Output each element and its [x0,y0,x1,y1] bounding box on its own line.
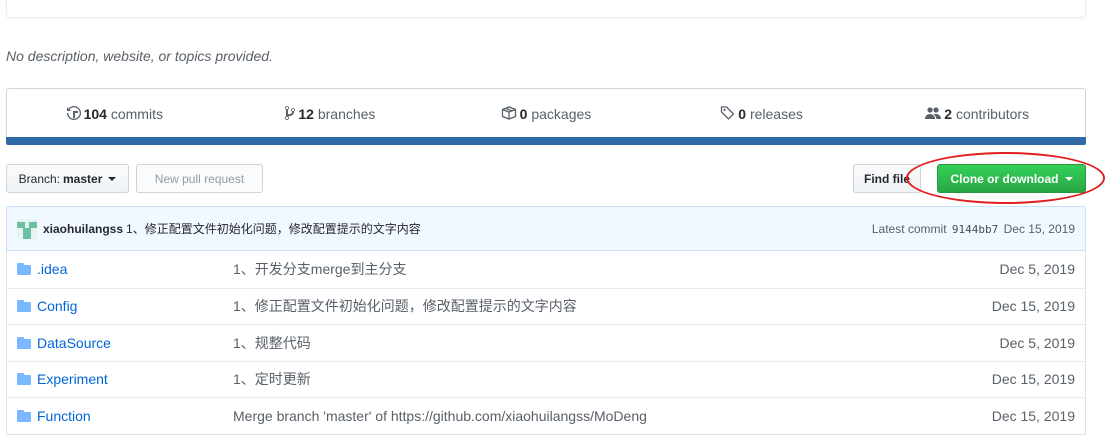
commits-count: 104 [83,106,107,122]
file-table: .idea 1、开发分支merge到主分支 Dec 5, 2019 Config… [6,251,1086,435]
contributors-count: 2 [944,106,953,122]
file-commit-message[interactable]: Merge branch 'master' of https://github.… [233,408,992,424]
history-icon [66,106,81,120]
file-commit-message[interactable]: 1、修正配置文件初始化问题，修改配置提示的文字内容 [233,296,992,316]
new-pull-request-button[interactable]: New pull request [136,164,263,193]
file-name-link[interactable]: .idea [37,261,233,277]
people-icon [925,107,942,119]
find-file-button[interactable]: Find file [853,164,921,193]
file-commit-message[interactable]: 1、规整代码 [233,333,1000,353]
folder-icon [17,373,33,386]
latest-commit-bar: xiaohuilangss 1、修正配置文件初始化问题，修改配置提示的文字内容 … [6,206,1086,251]
table-row: Config 1、修正配置文件初始化问题，修改配置提示的文字内容 Dec 15,… [7,287,1085,325]
tag-icon [721,106,735,120]
packages-label: packages [531,106,592,122]
commit-date: Dec 15, 2019 [1003,221,1075,236]
releases-link[interactable]: 0 releases [654,105,870,122]
commits-link[interactable]: 104 commits [7,105,223,122]
numbers-summary: 104 commits 12 branches 0 packages 0 rel… [6,88,1086,138]
file-date: Dec 15, 2019 [991,298,1075,315]
file-commit-message[interactable]: 1、开发分支merge到主分支 [233,259,1000,279]
table-row: DataSource 1、规整代码 Dec 5, 2019 [7,324,1085,361]
file-name-link[interactable]: DataSource [37,335,233,351]
branch-name: master [63,171,103,186]
table-row: .idea 1、开发分支merge到主分支 Dec 5, 2019 [7,251,1085,288]
contributors-label: contributors [955,106,1030,122]
folder-icon [17,300,33,313]
packages-count: 0 [519,106,528,122]
commit-meta: Latest commit 9144bb7 Dec 15, 2019 [872,222,1075,236]
file-date: Dec 15, 2019 [991,407,1075,424]
language-bar[interactable] [6,137,1086,145]
latest-commit-label: Latest commit [871,221,947,236]
file-date: Dec 5, 2019 [999,334,1076,351]
commit-author[interactable]: xiaohuilangss [43,222,123,236]
folder-icon [17,263,33,276]
caret-down-icon [1064,176,1073,181]
file-commit-message[interactable]: 1、定时更新 [233,369,992,389]
avatar[interactable] [17,218,37,239]
commits-label: commits [110,106,163,122]
package-icon [501,106,516,120]
branch-prefix: Branch: [18,171,60,186]
table-row: Function Merge branch 'master' of https:… [7,397,1085,434]
branch-select-button[interactable]: Branch: master [6,164,129,193]
file-name-link[interactable]: Config [37,298,233,314]
repo-description: No description, website, or topics provi… [6,48,273,64]
git-branch-icon [285,105,296,120]
file-date: Dec 15, 2019 [991,371,1075,388]
commit-sha[interactable]: 9144bb7 [952,223,998,236]
file-name-link[interactable]: Function [37,408,233,424]
commit-message[interactable]: 1、修正配置文件初始化问题，修改配置提示的文字内容 [126,220,421,237]
folder-icon [17,336,33,349]
releases-count: 0 [738,106,747,122]
file-name-link[interactable]: Experiment [37,371,233,387]
file-date: Dec 5, 2019 [999,261,1076,278]
branches-link[interactable]: 12 branches [223,105,439,122]
branches-count: 12 [298,106,314,122]
contributors-link[interactable]: 2 contributors [869,105,1085,122]
repo-header-card [6,0,1086,18]
folder-icon [17,409,33,422]
table-row: Experiment 1、定时更新 Dec 15, 2019 [7,360,1085,398]
packages-link[interactable]: 0 packages [438,105,654,122]
clone-download-button[interactable]: Clone or download [937,164,1086,193]
caret-down-icon [108,176,117,181]
clone-label: Clone or download [950,171,1059,186]
releases-label: releases [749,106,803,122]
branches-label: branches [317,106,376,122]
